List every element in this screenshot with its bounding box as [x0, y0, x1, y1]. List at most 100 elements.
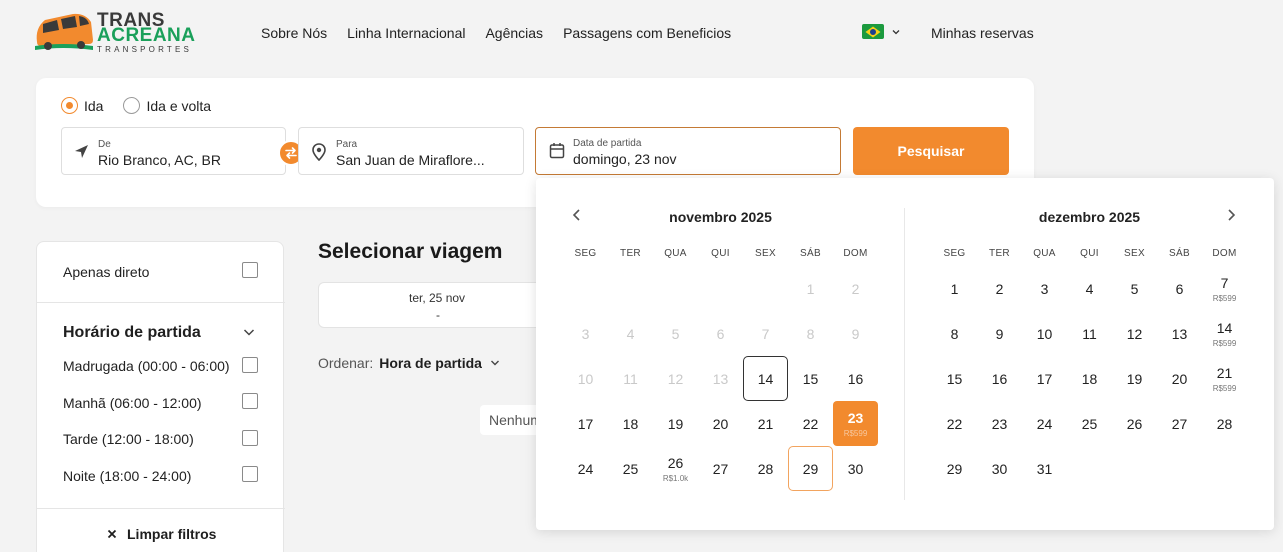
weekday-header: QUA [664, 248, 687, 259]
nav-passagens-beneficios[interactable]: Passagens com Beneficios [563, 24, 731, 42]
calendar-day[interactable]: 4 [1067, 266, 1112, 311]
logo[interactable]: TRANS ACREANA TRANSPORTES [33, 10, 195, 56]
radio-ida[interactable] [61, 97, 78, 114]
direct-only-checkbox[interactable] [242, 262, 258, 278]
calendar-day[interactable]: 25 [608, 446, 653, 491]
day-number: 16 [991, 370, 1008, 387]
calendar-day[interactable]: 6 [1157, 266, 1202, 311]
calendar-day[interactable]: 27 [1157, 401, 1202, 446]
clear-filters-button[interactable]: Limpar filtros [107, 526, 216, 542]
day-number: 18 [1081, 370, 1098, 387]
day-number: 24 [577, 460, 594, 477]
calendar-day[interactable]: 26 [1112, 401, 1157, 446]
nav-agencias[interactable]: Agências [485, 24, 543, 42]
calendar-day[interactable]: 18 [608, 401, 653, 446]
sort-label: Ordenar: [318, 355, 374, 371]
calendar-day[interactable]: 29 [932, 446, 977, 491]
prev-month-arrow-icon[interactable] [570, 208, 584, 222]
calendar-day[interactable]: 23 [977, 401, 1022, 446]
day-number: 26 [1126, 415, 1143, 432]
calendar-month-december: dezembro 2025 SEG TER QUA QUI SEX SÁB DOM 1 2 3 4 5… [905, 178, 1274, 530]
language-selector[interactable] [862, 24, 900, 39]
calendar-day[interactable]: 17 [563, 401, 608, 446]
radio-ida-e-volta-label[interactable]: Ida e volta [146, 98, 211, 114]
destination-label: Para [336, 139, 358, 150]
calendar-day[interactable]: 21 [743, 401, 788, 446]
date-tab[interactable]: ter, 25 nov - [318, 282, 558, 328]
calendar-day[interactable]: 26 R$1.0k [653, 446, 698, 491]
calendar-day[interactable]: 11 [1067, 311, 1112, 356]
calendar-day[interactable]: 14 [743, 356, 788, 401]
chevron-down-icon[interactable] [243, 327, 255, 337]
calendar-day[interactable]: 20 [1157, 356, 1202, 401]
day-number: 1 [806, 280, 815, 297]
direct-only-label: Apenas direto [63, 264, 150, 280]
calendar-day[interactable]: 3 [1022, 266, 1067, 311]
departure-date-field[interactable]: Data de partida domingo, 23 nov [535, 127, 841, 175]
day-number: 2 [995, 280, 1004, 297]
filter-noite-checkbox[interactable] [242, 466, 258, 482]
calendar-day[interactable]: 15 [788, 356, 833, 401]
day-number: 1 [950, 280, 959, 297]
sort-selector[interactable]: Ordenar: Hora de partida [318, 355, 500, 371]
calendar-day[interactable]: 22 [788, 401, 833, 446]
departure-time-heading[interactable]: Horário de partida [63, 324, 201, 342]
calendar-day[interactable]: 19 [653, 401, 698, 446]
calendar-day[interactable]: 14 R$599 [1202, 311, 1247, 356]
day-number: 15 [802, 370, 819, 387]
calendar-day[interactable]: 1 [932, 266, 977, 311]
calendar-day[interactable]: 13 [1157, 311, 1202, 356]
calendar-day[interactable]: 18 [1067, 356, 1112, 401]
filter-tarde-checkbox[interactable] [242, 430, 258, 446]
weekday-header: SEG [574, 248, 597, 259]
brazil-flag-icon [862, 24, 884, 39]
calendar-day[interactable]: 17 [1022, 356, 1067, 401]
calendar-day: 10 [563, 356, 608, 401]
calendar-day[interactable]: 30 [977, 446, 1022, 491]
calendar-day[interactable]: 23 R$599 [833, 401, 878, 446]
filter-madrugada-checkbox[interactable] [242, 357, 258, 373]
day-number: 27 [1171, 415, 1188, 432]
calendar-day[interactable]: 16 [977, 356, 1022, 401]
calendar-day[interactable]: 28 [1202, 401, 1247, 446]
weekday-header: DOM [1212, 248, 1237, 259]
calendar-day[interactable]: 15 [932, 356, 977, 401]
nav-linha-internacional[interactable]: Linha Internacional [347, 24, 465, 42]
calendar-day[interactable]: 12 [1112, 311, 1157, 356]
search-button[interactable]: Pesquisar [853, 127, 1009, 175]
calendar-day[interactable]: 8 [932, 311, 977, 356]
calendar-day: 6 [698, 311, 743, 356]
nav-sobre-nos[interactable]: Sobre Nós [261, 24, 327, 42]
filter-noite-label: Noite (18:00 - 24:00) [63, 468, 192, 484]
calendar-day[interactable]: 24 [1022, 401, 1067, 446]
calendar-day[interactable]: 22 [932, 401, 977, 446]
calendar-day[interactable]: 28 [743, 446, 788, 491]
my-bookings-link[interactable]: Minhas reservas [931, 24, 1034, 42]
calendar-day[interactable]: 7 R$599 [1202, 266, 1247, 311]
next-month-arrow-icon[interactable] [1224, 208, 1238, 222]
day-number: 11 [623, 370, 638, 387]
calendar-day[interactable]: 10 [1022, 311, 1067, 356]
calendar-day[interactable]: 30 [833, 446, 878, 491]
calendar-day[interactable]: 31 [1022, 446, 1067, 491]
calendar-day[interactable]: 2 [977, 266, 1022, 311]
calendar-day[interactable]: 19 [1112, 356, 1157, 401]
month-title: novembro 2025 [669, 209, 772, 225]
calendar-day: 11 [608, 356, 653, 401]
radio-ida-label[interactable]: Ida [84, 98, 103, 114]
calendar-day[interactable]: 24 [563, 446, 608, 491]
calendar-day[interactable]: 27 [698, 446, 743, 491]
origin-label: De [98, 139, 111, 150]
day-number: 30 [847, 460, 864, 477]
destination-field[interactable]: Para San Juan de Miraflore... [298, 127, 524, 175]
origin-field[interactable]: De Rio Branco, AC, BR [61, 127, 286, 175]
calendar-day[interactable]: 21 R$599 [1202, 356, 1247, 401]
calendar-day[interactable]: 29 [788, 446, 833, 491]
calendar-day[interactable]: 9 [977, 311, 1022, 356]
calendar-day[interactable]: 16 [833, 356, 878, 401]
radio-ida-e-volta[interactable] [123, 97, 141, 114]
calendar-day[interactable]: 5 [1112, 266, 1157, 311]
filter-manha-checkbox[interactable] [242, 393, 258, 409]
calendar-day[interactable]: 20 [698, 401, 743, 446]
calendar-day[interactable]: 25 [1067, 401, 1112, 446]
